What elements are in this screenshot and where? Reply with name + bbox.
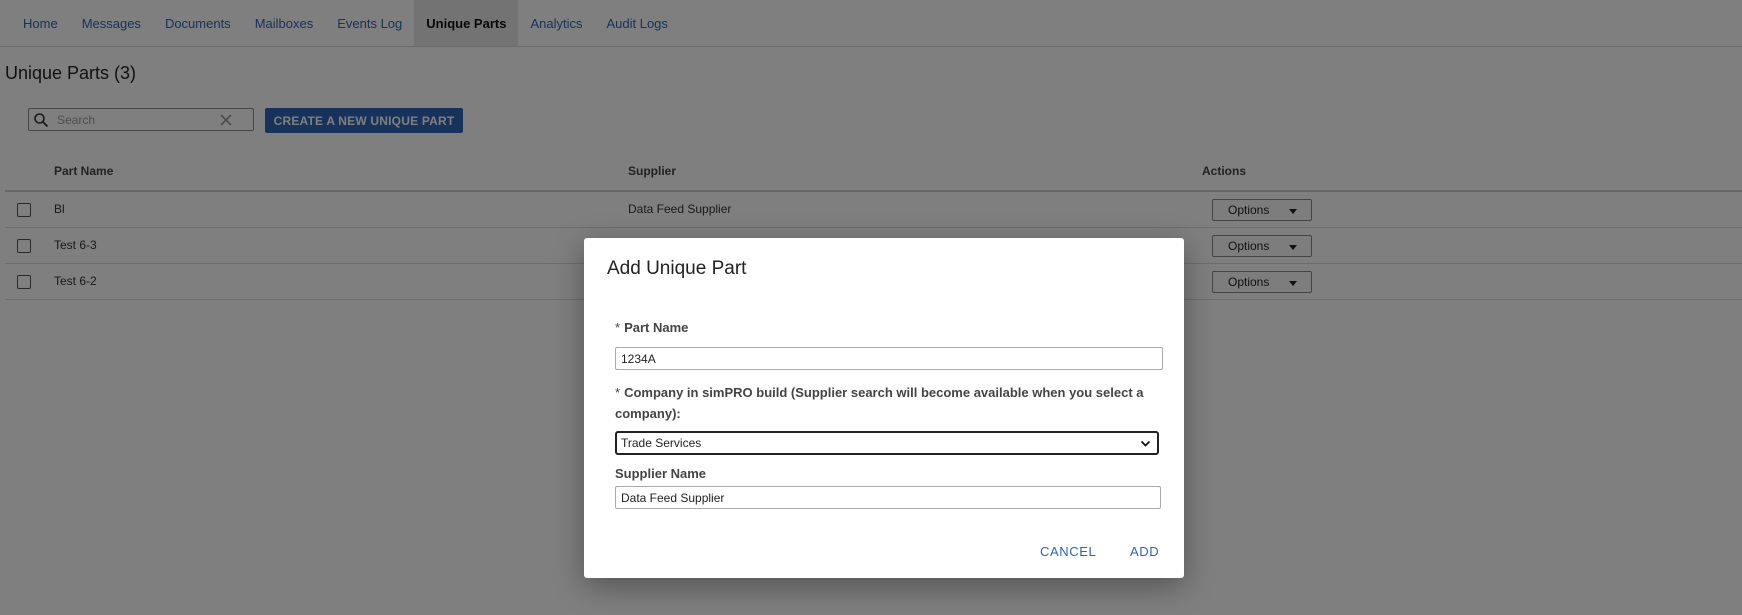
add-button[interactable]: ADD (1130, 544, 1159, 559)
dialog-title: Add Unique Part (607, 258, 747, 279)
app: Home Messages Documents Mailboxes Events… (0, 0, 1742, 615)
company-label: * Company in simPRO build (Supplier searc… (615, 382, 1155, 424)
part-name-label-text: Part Name (624, 320, 689, 335)
company-select[interactable]: Trade Services (615, 431, 1159, 455)
add-unique-part-dialog: Add Unique Part *Part Name *Company in s… (584, 238, 1184, 578)
company-label-text: Company in simPRO build (Supplier search… (615, 385, 1144, 421)
chevron-down-icon (1140, 440, 1151, 447)
required-marker: * (615, 320, 621, 335)
cancel-button[interactable]: CANCEL (1040, 544, 1096, 559)
required-marker: * (615, 385, 621, 400)
supplier-name-field[interactable] (615, 486, 1161, 509)
part-name-label: * Part Name (615, 320, 688, 335)
supplier-name-label: Supplier Name (615, 466, 707, 481)
company-select-value: Trade Services (621, 436, 702, 450)
part-name-field[interactable] (615, 347, 1163, 370)
